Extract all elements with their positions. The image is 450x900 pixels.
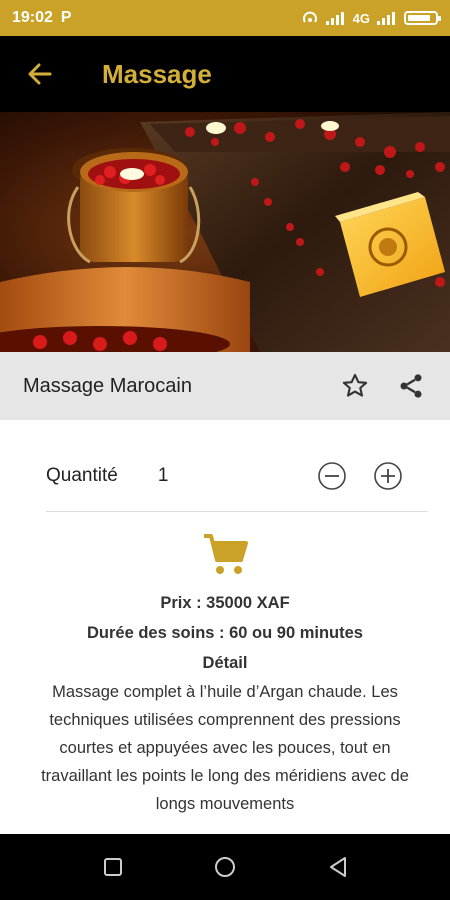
hotspot-icon <box>302 11 317 23</box>
system-nav-bar <box>0 834 450 900</box>
plus-icon <box>374 462 402 490</box>
status-icons: 4G <box>301 10 441 26</box>
minus-icon <box>318 462 346 490</box>
quantity-label: Quantité <box>46 465 118 486</box>
back-button[interactable] <box>20 54 60 94</box>
product-name-bar: Massage Marocain <box>0 352 450 420</box>
divider <box>46 511 428 512</box>
quantity-row: Quantité 1 <box>46 446 430 506</box>
status-bar: 19:02 P 4G <box>0 0 450 36</box>
back-arrow-icon <box>28 63 52 85</box>
increase-quantity-button[interactable] <box>373 461 403 491</box>
share-icon <box>400 374 422 398</box>
page-title: Massage <box>102 58 212 89</box>
share-button[interactable] <box>389 364 433 408</box>
product-image <box>0 112 450 352</box>
nav-back-icon <box>330 857 346 877</box>
decrease-quantity-button[interactable] <box>317 461 347 491</box>
add-to-cart-button[interactable] <box>202 530 250 578</box>
favorite-button[interactable] <box>333 364 377 408</box>
signal-icon <box>325 12 344 25</box>
product-name: Massage Marocain <box>23 374 192 397</box>
battery-icon <box>404 11 441 25</box>
quantity-value: 1 <box>157 465 169 486</box>
nav-home-icon <box>215 857 235 877</box>
description-text: Massage complet à l’huile d’Argan chaude… <box>41 683 409 813</box>
duration-text: Durée des soins : 60 ou 90 minutes <box>86 624 363 642</box>
product-details: Prix : 35000 XAF Durée des soins : 60 ou… <box>40 588 410 818</box>
cart-icon <box>204 534 248 574</box>
nav-home-button[interactable] <box>210 852 240 882</box>
network-label: 4G <box>352 10 370 26</box>
nav-back-button[interactable] <box>323 852 353 882</box>
notification-p-icon: P <box>60 9 72 26</box>
app-bar: Massage <box>0 36 450 112</box>
price-text: Prix : 35000 XAF <box>160 594 290 612</box>
signal-icon-2 <box>377 12 395 25</box>
nav-recent-button[interactable] <box>98 852 128 882</box>
nav-recent-icon <box>104 858 122 876</box>
star-icon <box>342 373 368 397</box>
status-time: 19:02 <box>12 9 53 26</box>
detail-heading: Détail <box>202 654 248 672</box>
